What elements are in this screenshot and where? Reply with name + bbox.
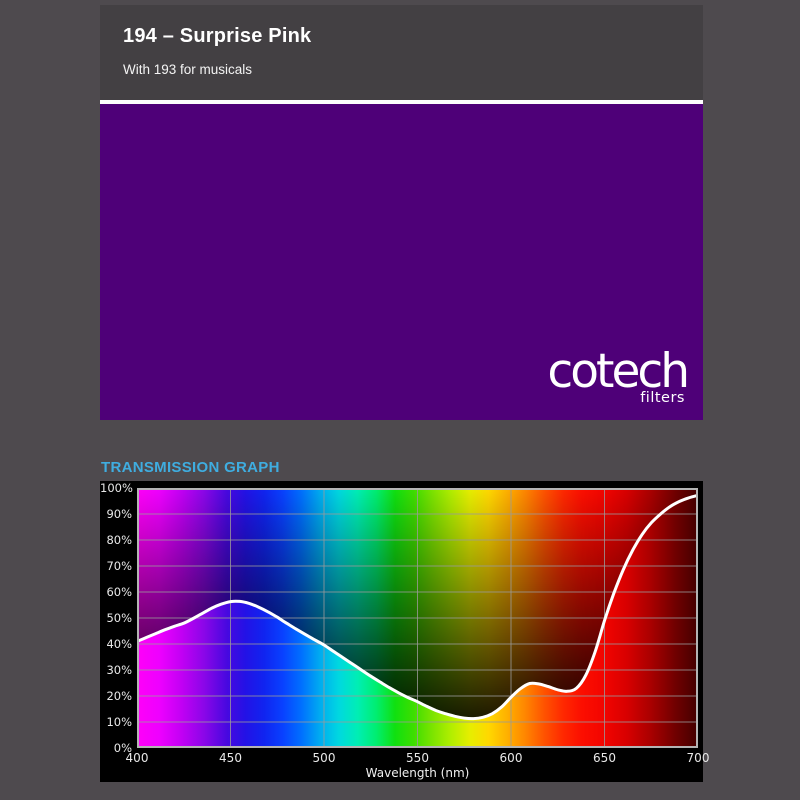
x-tick-label: 500 xyxy=(312,751,336,765)
x-tick-label: 550 xyxy=(406,751,429,765)
transmission-graph-heading: TRANSMISSION GRAPH xyxy=(101,459,280,476)
y-tick-label: 50% xyxy=(106,611,132,625)
x-tick-label: 650 xyxy=(593,751,616,765)
cotech-logo: cotech xyxy=(547,344,690,399)
y-tick-label: 30% xyxy=(106,663,132,677)
y-tick-label: 100% xyxy=(100,481,133,495)
y-tick-label: 90% xyxy=(106,507,132,521)
cotech-logo-filters: filters xyxy=(640,389,685,406)
filter-subtitle: With 193 for musicals xyxy=(123,62,253,77)
filter-color-swatch: cotech filters xyxy=(100,104,703,420)
header-card: 194 – Surprise Pink With 193 for musical… xyxy=(100,5,703,100)
x-tick-label: 450 xyxy=(219,751,242,765)
x-tick-label: 400 xyxy=(125,751,149,765)
transmission-graph-panel: 100% 90% 80% 70% 60% 50% 40% 30% 20% 10% 0% 400 450… xyxy=(100,481,709,782)
y-tick-label: 70% xyxy=(106,559,132,573)
x-tick-label: 600 xyxy=(499,751,523,765)
page: { "page": { "bg": "#4e4a4e" }, "header":… xyxy=(0,0,800,800)
filter-title: 194 – Surprise Pink xyxy=(123,25,312,47)
y-tick-label: 10% xyxy=(106,715,132,729)
x-tick-label: 700 xyxy=(686,751,710,765)
transmission-graph-plot xyxy=(137,488,698,748)
y-tick-label: 80% xyxy=(106,533,132,547)
y-tick-label: 60% xyxy=(106,585,132,599)
y-tick-label: 20% xyxy=(106,689,132,703)
y-tick-label: 40% xyxy=(106,637,132,651)
spectrum-chart-svg xyxy=(137,488,698,748)
x-axis-title: Wavelength (nm) xyxy=(365,766,470,780)
